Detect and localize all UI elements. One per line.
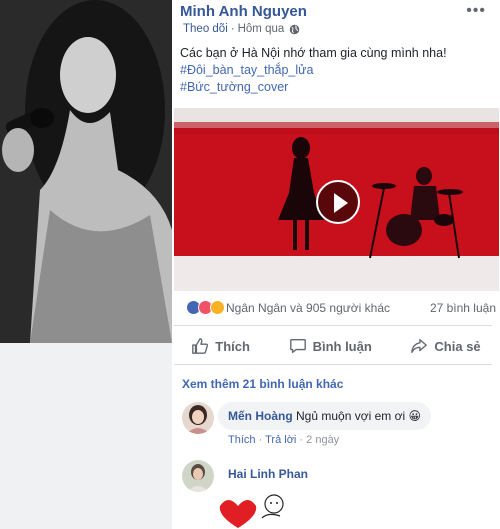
post-actions: Thích Bình luận Chia sẻ xyxy=(172,330,500,362)
like-label: Thích xyxy=(215,338,250,354)
meta-separator: · xyxy=(230,23,235,35)
thumbs-up-icon xyxy=(192,338,209,354)
comment-count[interactable]: 27 bình luận xyxy=(430,301,496,315)
divider xyxy=(174,364,492,365)
play-button[interactable] xyxy=(316,180,360,224)
meta-dot: · xyxy=(299,434,304,446)
comment-meta: Thích · Trả lời · 2 ngày xyxy=(228,434,339,446)
post-meta: Theo dõi · Hôm qua xyxy=(183,23,300,35)
comment-author[interactable]: Mến Hoàng xyxy=(228,409,293,423)
comment-time[interactable]: 2 ngày xyxy=(306,434,339,446)
comment-item: Hai Linh Phan xyxy=(182,460,492,529)
post-time[interactable]: Hôm qua xyxy=(238,23,285,35)
post-message: Các bạn ở Hà Nội nhớ tham gia cùng mình … xyxy=(180,46,447,60)
post-text: Các bạn ở Hà Nội nhớ tham gia cùng mình … xyxy=(180,45,447,96)
share-button[interactable]: Chia sẻ xyxy=(410,337,481,355)
comment-like-link[interactable]: Thích xyxy=(228,434,256,446)
left-empty-area xyxy=(0,343,172,529)
reaction-icons xyxy=(186,300,225,315)
comment-bubble: Mến Hoàng Ngủ muộn vợi em ơi 😀 xyxy=(218,402,431,430)
hashtag-link[interactable]: #Bức_tường_cover xyxy=(180,79,447,96)
heart-sticker xyxy=(219,494,284,528)
avatar[interactable] xyxy=(182,460,214,492)
comment-label: Bình luận xyxy=(312,338,372,354)
more-options-icon[interactable]: ••• xyxy=(466,2,486,20)
comment-text: Ngủ muộn vợi em ơi 😀 xyxy=(296,409,421,423)
comment-button[interactable]: Bình luận xyxy=(289,337,372,355)
comment-icon xyxy=(289,339,306,353)
post-card: Minh Anh Nguyen ••• Theo dõi · Hôm qua C… xyxy=(172,0,500,529)
avatar-image xyxy=(182,402,214,434)
hashtag-link[interactable]: #Đôi_bàn_tay_thắp_lửa xyxy=(180,62,447,79)
follow-link[interactable]: Theo dõi xyxy=(183,23,228,35)
play-icon xyxy=(334,193,348,213)
like-button[interactable]: Thích xyxy=(191,337,250,355)
divider xyxy=(174,325,492,326)
post-author[interactable]: Minh Anh Nguyen xyxy=(180,3,307,20)
share-label: Chia sẻ xyxy=(434,338,481,354)
avatar-image xyxy=(182,460,214,492)
reaction-summary[interactable]: Ngân Ngân và 905 người khác xyxy=(226,301,390,315)
profile-photo[interactable] xyxy=(0,0,172,343)
comment-reply-link[interactable]: Trả lời xyxy=(265,434,296,446)
comment-author[interactable]: Hai Linh Phan xyxy=(228,467,308,481)
video-player[interactable] xyxy=(174,108,499,291)
view-more-comments-link[interactable]: Xem thêm 21 bình luận khác xyxy=(182,377,343,391)
share-icon xyxy=(411,339,428,353)
globe-icon xyxy=(290,24,300,34)
reactions-bar[interactable]: Ngân Ngân và 905 người khác 27 bình luận xyxy=(186,300,496,315)
avatar[interactable] xyxy=(182,402,214,434)
haha-reaction-icon xyxy=(210,300,225,315)
singer-photo xyxy=(0,0,172,343)
comment-item: Mến Hoàng Ngủ muộn vợi em ơi 😀 Thích · T… xyxy=(182,402,492,454)
meta-dot: · xyxy=(258,434,263,446)
